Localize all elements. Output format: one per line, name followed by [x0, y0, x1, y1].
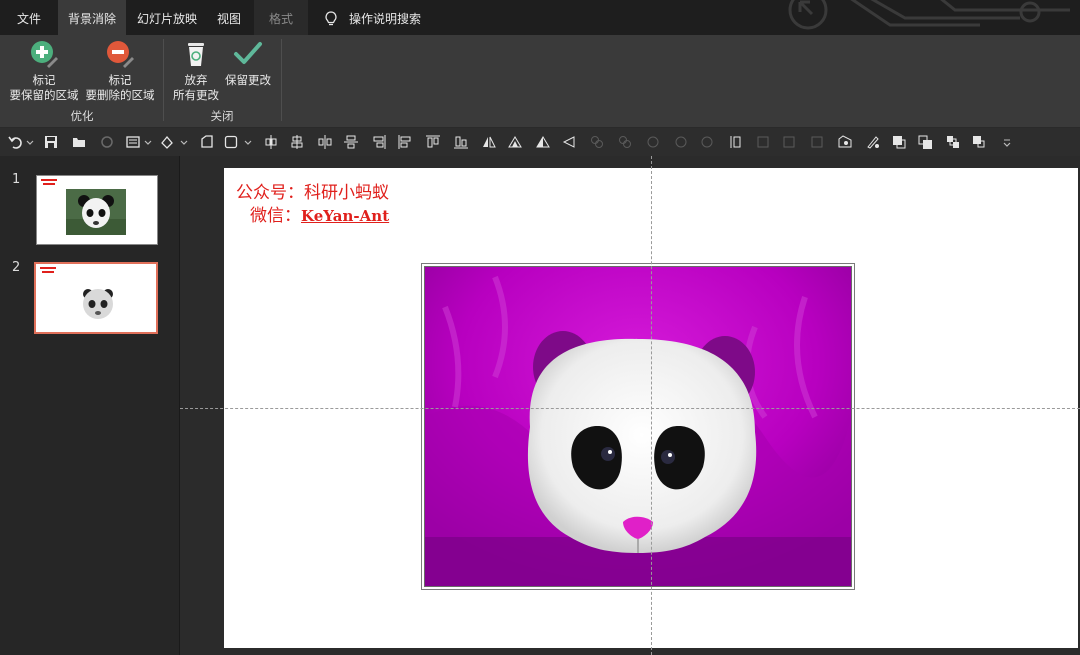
rotate-left-icon[interactable]: [536, 135, 550, 149]
selection-pane-icon: [811, 136, 823, 148]
panda-picture[interactable]: [421, 263, 855, 590]
align-center-icon[interactable]: [290, 135, 304, 149]
lightbulb-icon: [325, 11, 337, 26]
align-top-icon[interactable]: [372, 135, 386, 149]
minus-marker-icon: [105, 39, 135, 69]
undo-icon[interactable]: [8, 135, 22, 149]
discard-line1: 放弃: [184, 73, 208, 87]
flip-vertical-icon[interactable]: [508, 135, 522, 149]
chevron-down-icon[interactable]: [180, 135, 188, 149]
align-bottom-icon[interactable]: [398, 135, 412, 149]
watermark-line-2: 微信：KeYan-Ant: [250, 201, 389, 226]
intersect-icon: [675, 136, 687, 148]
vertical-guide: [651, 156, 652, 655]
send-to-back-icon[interactable]: [972, 135, 986, 149]
crop-icon: [757, 136, 769, 148]
thumbnail-panda-cutout: [83, 289, 113, 319]
thumbnail-watermark: [41, 179, 57, 181]
bring-forward-icon[interactable]: [892, 135, 906, 149]
redo-icon: [101, 136, 113, 148]
group-separator: [281, 39, 282, 121]
open-folder-icon[interactable]: [72, 135, 86, 149]
horizontal-guide: [180, 408, 1080, 409]
slide-number: 2: [12, 260, 21, 275]
tell-me-label: 操作说明搜索: [349, 12, 422, 26]
ribbon-tab-bar: 文件 背景消除 幻灯片放映 视图 格式 操作说明搜索: [0, 0, 1080, 35]
align-left-icon[interactable]: [264, 135, 278, 149]
discard-line2: 所有更改: [173, 88, 219, 102]
shape-outline-icon[interactable]: [200, 135, 214, 149]
group-label-close: 关闭: [210, 109, 234, 123]
discard-all-changes-button[interactable]: 放弃 所有更改: [170, 39, 222, 103]
keep-changes-button[interactable]: 保留更改: [222, 39, 274, 88]
rotate-right-icon[interactable]: [562, 135, 576, 149]
watermark-wechat-label: 微信：: [250, 206, 301, 226]
mark-remove-line1: 标记: [108, 73, 132, 87]
mark-keep-line1: 标记: [32, 73, 56, 87]
group-icon: [591, 136, 603, 148]
ribbon-panel: 标记 要保留的区域 标记 要删除的区域 优化 放弃 所有更改 保留更改 关闭: [0, 35, 1080, 128]
align-right-icon[interactable]: [318, 135, 332, 149]
slide-thumbnail-1[interactable]: [36, 175, 158, 245]
mark-areas-to-remove-button[interactable]: 标记 要删除的区域: [82, 39, 158, 103]
text-box-icon[interactable]: [126, 135, 140, 149]
keep-changes-label: 保留更改: [225, 73, 271, 87]
group-separator: [163, 39, 164, 121]
ungroup-icon: [619, 136, 631, 148]
tab-format[interactable]: 格式: [254, 0, 308, 35]
tab-file[interactable]: 文件: [6, 0, 52, 35]
chevron-down-icon[interactable]: [244, 135, 252, 149]
picture-styles-icon[interactable]: [838, 135, 852, 149]
thumbnail-watermark: [43, 183, 55, 185]
artistic-effects-icon[interactable]: [866, 135, 880, 149]
tell-me-search[interactable]: 操作说明搜索: [318, 0, 428, 35]
chevron-down-icon[interactable]: [26, 135, 34, 149]
slide-thumbnail-2[interactable]: [34, 262, 158, 334]
merge-shapes-icon: [647, 136, 659, 148]
shape-effects-icon[interactable]: [224, 135, 238, 149]
quick-access-toolbar: [0, 128, 1080, 156]
watermark-wechat-id: KeYan-Ant: [301, 207, 390, 225]
mark-areas-to-keep-button[interactable]: 标记 要保留的区域: [6, 39, 82, 103]
slide-number: 1: [12, 172, 21, 187]
subtract-icon: [701, 136, 713, 148]
mark-remove-line2: 要删除的区域: [85, 88, 155, 102]
save-icon[interactable]: [44, 135, 58, 149]
thumbnail-watermark: [42, 271, 54, 273]
mark-keep-line2: 要保留的区域: [9, 88, 79, 102]
shape-fill-icon[interactable]: [160, 135, 174, 149]
picture-inner-frame: [424, 266, 852, 587]
tab-slideshow[interactable]: 幻灯片放映: [130, 0, 204, 35]
thumbnail-watermark: [40, 267, 56, 269]
slide-editor-area: 公众号：科研小蚂蚁 微信：KeYan-Ant: [180, 156, 1080, 655]
thumbnail-panda-photo: [66, 189, 126, 235]
tab-background-removal[interactable]: 背景消除: [58, 0, 126, 35]
bring-to-front-icon[interactable]: [946, 135, 960, 149]
panda-background-removal-preview: [425, 267, 851, 586]
checkmark-icon: [233, 39, 263, 69]
send-backward-icon[interactable]: [918, 135, 932, 149]
circuit-decoration: [788, 0, 1070, 30]
flip-horizontal-icon[interactable]: [482, 135, 496, 149]
size-icon: [783, 136, 795, 148]
distribute-horizontal-icon[interactable]: [426, 135, 440, 149]
discard-bin-icon: [181, 39, 211, 69]
tab-view[interactable]: 视图: [206, 0, 252, 35]
customize-toolbar-icon[interactable]: [1002, 135, 1012, 149]
watermark-line-1: 公众号：科研小蚂蚁: [236, 183, 389, 203]
distribute-vertical-icon[interactable]: [454, 135, 468, 149]
chevron-down-icon[interactable]: [144, 135, 152, 149]
slide-thumbnail-pane: 1 2: [0, 156, 180, 655]
height-icon[interactable]: [728, 135, 742, 149]
group-label-refine: 优化: [70, 109, 94, 123]
plus-marker-icon: [29, 39, 59, 69]
align-middle-icon[interactable]: [344, 135, 358, 149]
